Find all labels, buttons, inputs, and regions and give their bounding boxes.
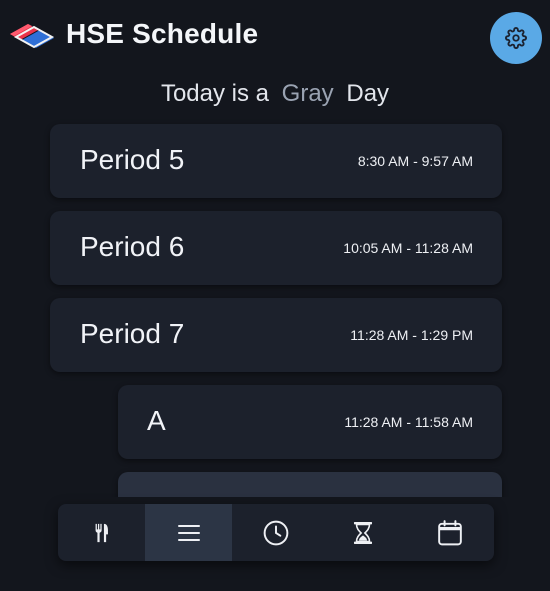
clock-icon <box>263 520 289 545</box>
fork-knife-icon <box>95 523 108 542</box>
period-time: 10:05 AM - 11:28 AM <box>343 240 473 256</box>
period-time: 8:30 AM - 9:57 AM <box>357 153 473 169</box>
period-name: Period 6 <box>80 231 185 262</box>
period-time: 11:28 AM - 11:58 AM <box>344 414 473 430</box>
hourglass-icon <box>354 521 373 544</box>
period-name: A <box>147 405 166 436</box>
nav-schedule[interactable] <box>145 504 233 561</box>
schedule-list[interactable]: Period 5 8:30 AM - 9:57 AM Period 6 10:0… <box>0 0 550 497</box>
subperiod-card[interactable]: A 11:28 AM - 11:58 AM <box>118 385 502 459</box>
period-time: 11:28 AM - 1:29 PM <box>350 327 473 343</box>
list-icon <box>177 524 200 541</box>
period-name: Period 5 <box>80 144 185 175</box>
nav-bell-times[interactable] <box>232 504 319 561</box>
nav-lunch[interactable] <box>58 504 145 561</box>
app: HSE Schedule Today is a Gray Day Period … <box>0 0 550 591</box>
nav-countdown[interactable] <box>320 504 407 561</box>
period-card[interactable]: Period 7 11:28 AM - 1:29 PM <box>50 298 502 372</box>
period-card[interactable]: Period 6 10:05 AM - 11:28 AM <box>50 211 502 285</box>
subperiod-card-partial[interactable] <box>118 472 502 497</box>
period-name: Period 7 <box>80 318 185 349</box>
nav-calendar[interactable] <box>407 504 494 561</box>
bottom-nav <box>58 504 494 561</box>
calendar-icon <box>438 519 463 545</box>
period-card[interactable]: Period 5 8:30 AM - 9:57 AM <box>50 124 502 198</box>
